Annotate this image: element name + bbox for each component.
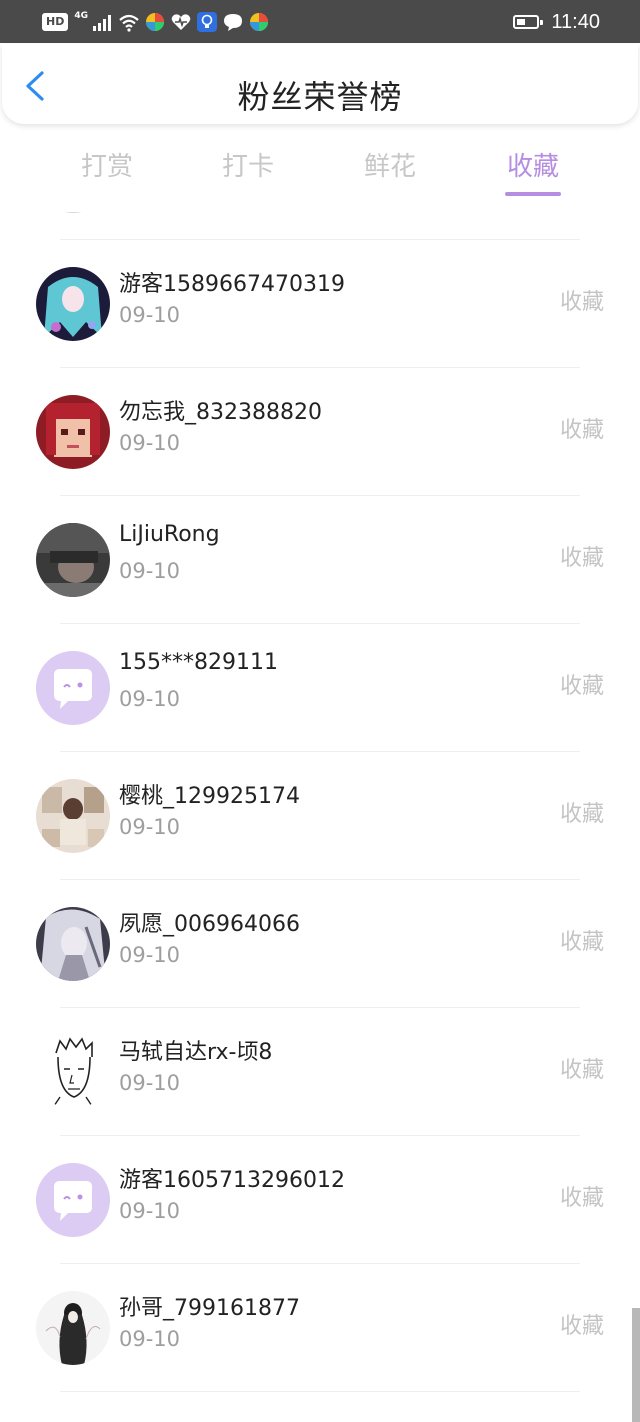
list-item[interactable]: 游客1589667470319 09-10 收藏: [0, 240, 640, 368]
hd-badge: HD: [42, 13, 69, 31]
favorite-date: 09-10: [119, 431, 181, 455]
tab-bar: 打赏 打卡 鲜花 收藏: [0, 128, 640, 208]
active-tab-indicator: [505, 192, 561, 196]
default-chat-avatar-icon: [36, 1163, 110, 1237]
favorite-date: 09-10: [119, 1327, 181, 1351]
colorful-app-icon-2: [250, 13, 268, 31]
bulb-app-icon: [197, 12, 217, 32]
signal-icon: [93, 15, 111, 31]
tab-checkin[interactable]: 打卡: [193, 146, 303, 183]
status-bar: HD 4G 11:40: [0, 0, 640, 43]
avatar: [36, 267, 110, 341]
anime-avatar-icon: [36, 907, 110, 981]
fan-list[interactable]: 09-10 收藏 游客1589667470319 09-10 收藏: [0, 212, 640, 1422]
avatar: [36, 523, 110, 597]
favorite-date: 09-10: [119, 559, 181, 583]
tab-favorites[interactable]: 收藏: [478, 146, 588, 183]
list-item[interactable]: 09-10 收藏: [0, 212, 640, 240]
list-item[interactable]: 夙愿_006964066 09-10 收藏: [0, 880, 640, 1008]
avatar: [36, 651, 110, 725]
sketch-avatar-icon: [36, 1035, 110, 1109]
favorite-date: 09-10: [119, 1071, 181, 1095]
user-name: 游客1589667470319: [119, 272, 345, 297]
avatar: [36, 907, 110, 981]
user-name: 夙愿_006964066: [119, 912, 300, 937]
sketch-avatar-icon: [36, 1291, 110, 1365]
photo-avatar-icon: [36, 779, 110, 853]
favorite-label: 收藏: [559, 1314, 604, 1339]
user-name: LiJiuRong: [119, 522, 220, 547]
list-item[interactable]: 孙哥_799161877 09-10 收藏: [0, 1264, 640, 1392]
tab-tip[interactable]: 打赏: [52, 146, 162, 183]
favorite-label: 收藏: [559, 930, 604, 955]
clock: 11:40: [551, 10, 600, 33]
favorite-label: 收藏: [559, 290, 604, 315]
favorite-label: 收藏: [559, 802, 604, 827]
colorful-app-icon: [146, 13, 164, 31]
user-name: 游客1605713296012: [119, 1168, 345, 1193]
favorite-date: 09-10: [119, 687, 181, 711]
user-name: 马轼自达rx-顷8: [119, 1040, 273, 1065]
avatar: [36, 779, 110, 853]
default-chat-avatar-icon: [36, 651, 110, 725]
favorite-label: 收藏: [559, 418, 604, 443]
health-heart-icon: [171, 14, 191, 30]
page-title: 粉丝荣誉榜: [237, 78, 403, 116]
network-type-label: 4G: [74, 11, 88, 21]
favorite-label: 收藏: [559, 674, 604, 699]
message-bubble-icon: [224, 14, 242, 31]
favorite-date: 09-10: [119, 303, 181, 327]
list-item[interactable]: 樱桃_129925174 09-10 收藏: [0, 752, 640, 880]
list-item[interactable]: 游客1605713296012 09-10 收藏: [0, 1136, 640, 1264]
list-item[interactable]: 155***829111 09-10 收藏: [0, 624, 640, 752]
user-name: 勿忘我_832388820: [119, 400, 322, 425]
photo-avatar-icon: [36, 523, 110, 597]
user-name: 孙哥_799161877: [119, 1296, 300, 1321]
list-item[interactable]: 马轼自达rx-顷8 09-10 收藏: [0, 1008, 640, 1136]
photo-avatar-icon: [36, 212, 110, 213]
avatar: [36, 1291, 110, 1365]
fan-list-content: 09-10 收藏 游客1589667470319 09-10 收藏: [0, 212, 640, 1392]
user-name: 樱桃_129925174: [119, 784, 300, 809]
favorite-label: 收藏: [559, 1186, 604, 1211]
user-name: 155***829111: [119, 650, 278, 675]
avatar: [36, 1035, 110, 1109]
anime-avatar-icon: [36, 267, 110, 341]
divider: [60, 1391, 580, 1392]
header: 粉丝荣誉榜: [2, 44, 638, 124]
favorite-label: 收藏: [559, 546, 604, 571]
favorite-date: 09-10: [119, 943, 181, 967]
scrollbar-thumb[interactable]: [632, 1308, 640, 1422]
avatar: [36, 1163, 110, 1237]
avatar: [36, 212, 110, 213]
status-right: 11:40: [513, 8, 600, 36]
wifi-icon: [119, 14, 139, 32]
favorite-date: 09-10: [119, 815, 181, 839]
tab-flowers[interactable]: 鲜花: [335, 146, 445, 183]
favorite-label: 收藏: [559, 1058, 604, 1083]
avatar: [36, 395, 110, 469]
status-indicators: HD 4G: [42, 10, 270, 34]
favorite-date: 09-10: [119, 1199, 181, 1223]
list-item[interactable]: LiJiuRong 09-10 收藏: [0, 496, 640, 624]
battery-icon: [513, 15, 544, 29]
pixel-art-avatar-icon: [36, 395, 110, 469]
list-item[interactable]: 勿忘我_832388820 09-10 收藏: [0, 368, 640, 496]
